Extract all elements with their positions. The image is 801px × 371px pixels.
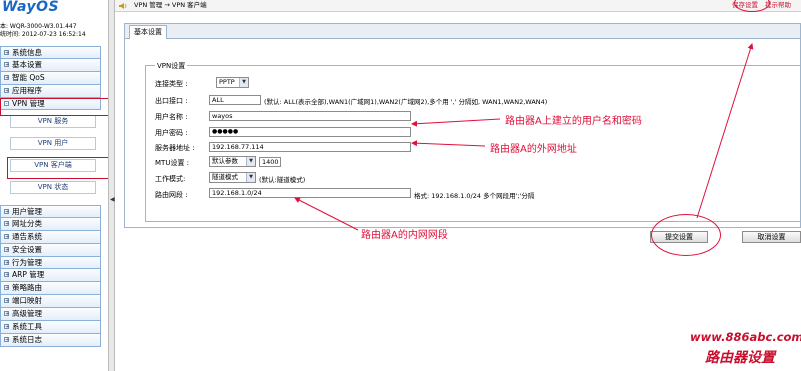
highlight-vpn-management <box>0 98 113 116</box>
top-bar: VPN 管理 → VPN 客户端 保存设置 提示帮助 <box>115 0 801 12</box>
sidebar: WayOS 本: WQR-3000-W3.01.447 统时间: 2012-07… <box>0 0 113 371</box>
mode-hint: (默认:隧道模式) <box>259 176 306 184</box>
menu-item-behavior[interactable]: + 行为管理 <box>0 256 101 270</box>
tab-basic-settings[interactable]: 基本设置 <box>129 25 167 39</box>
server-input[interactable]: 192.168.77.114 <box>209 142 411 152</box>
wayos-logo: WayOS <box>2 0 60 15</box>
mode-label: 工作模式: <box>155 175 186 183</box>
highlight-vpn-client <box>7 157 113 179</box>
menu-item-system-info[interactable]: + 系统信息 <box>0 46 101 59</box>
menu-item-system-tools[interactable]: + 系统工具 <box>0 321 101 334</box>
plus-icon: + <box>4 50 10 56</box>
route-label: 路由网段 : <box>155 191 188 199</box>
plus-icon: + <box>4 324 10 331</box>
settings-panel: 基本设置 VPN设置 连接类型 : PPTP ▼ 出口接口 : ALL (默认: … <box>124 23 801 228</box>
conn-type-select[interactable]: PPTP ▼ <box>216 77 249 88</box>
submenu-vpn-service[interactable]: VPN 服务 <box>10 115 96 128</box>
collapse-arrow-icon[interactable]: ◀ <box>110 196 115 204</box>
conn-type-label: 连接类型 : <box>155 80 188 88</box>
menu-item-basic-settings[interactable]: + 基本设置 <box>0 58 101 72</box>
mode-select[interactable]: 隧道模式 ▼ <box>209 172 256 183</box>
plus-icon: + <box>4 233 10 240</box>
tab-bar: 基本设置 <box>125 24 800 39</box>
plus-icon: + <box>4 259 10 266</box>
menu-item-advanced[interactable]: + 高级管理 <box>0 308 101 322</box>
menu-item-security[interactable]: + 安全设置 <box>0 243 101 257</box>
watermark-site: www.886abc.com <box>690 330 801 344</box>
annotation-circle-submit <box>651 214 721 256</box>
outlet-label: 出口接口 : <box>155 97 188 105</box>
mtu-input[interactable]: 1400 <box>259 157 281 167</box>
outlet-hint: (默认: ALL(表示全部),WAN1(广域网1),WAN2(广域网2),多个用… <box>264 98 548 106</box>
plus-icon: + <box>4 272 10 279</box>
plus-icon: + <box>4 336 10 343</box>
plus-icon: + <box>4 311 10 318</box>
server-label: 服务器地址 : <box>155 144 195 152</box>
mtu-select[interactable]: 默认参数 ▼ <box>209 156 256 167</box>
password-label: 用户密码 : <box>155 129 188 137</box>
menu-item-notice-system[interactable]: + 通告系统 <box>0 230 101 244</box>
username-label: 用户名称 : <box>155 113 188 121</box>
mtu-label: MTU设置 : <box>155 159 190 167</box>
menu-bottom: + 用户管理 + 网址分类 + 通告系统 + 安全设置 + 行为管理 + ARP 管理 + 策… <box>0 205 101 347</box>
sidebar-collapse-bar[interactable]: ◀ <box>108 0 115 371</box>
speaker-icon <box>119 3 127 9</box>
plus-icon: + <box>4 220 10 227</box>
submenu-vpn-user[interactable]: VPN 用户 <box>10 137 96 150</box>
menu-item-arp[interactable]: + ARP 管理 <box>0 269 101 283</box>
menu-item-user-management[interactable]: + 用户管理 <box>0 205 101 218</box>
submenu-vpn-status[interactable]: VPN 状态 <box>10 181 96 194</box>
annotation-lan: 路由器A的内网网段 <box>361 230 448 241</box>
chevron-down-icon: ▼ <box>246 173 255 182</box>
group-legend: VPN设置 <box>155 61 188 71</box>
chevron-down-icon: ▼ <box>239 78 248 87</box>
plus-icon: + <box>4 298 10 305</box>
breadcrumb: VPN 管理 → VPN 客户端 <box>134 1 207 9</box>
plus-icon: + <box>4 209 10 215</box>
password-input[interactable]: ●●●●● <box>209 127 411 137</box>
plus-icon: + <box>4 87 10 94</box>
route-hint: 格式: 192.168.1.0/24 多个网段用';'分隔 <box>414 192 535 200</box>
annotation-wan: 路由器A的外网地址 <box>490 144 577 155</box>
plus-icon: + <box>4 61 10 68</box>
menu-item-smart-qos[interactable]: + 智能 QoS <box>0 71 101 85</box>
menu-item-policy-routing[interactable]: + 策略路由 <box>0 282 101 296</box>
username-input[interactable]: wayos <box>209 111 411 121</box>
screen: WayOS 本: WQR-3000-W3.01.447 统时间: 2012-07… <box>0 0 801 371</box>
menu-item-url-category[interactable]: + 网址分类 <box>0 217 101 231</box>
annotation-userpass: 路由器A上建立的用户名和密码 <box>505 116 642 127</box>
route-input[interactable]: 192.168.1.0/24 <box>209 188 411 198</box>
watermark-caption: 路由器设置 <box>705 350 775 366</box>
plus-icon: + <box>4 246 10 253</box>
plus-icon: + <box>4 74 10 81</box>
plus-icon: + <box>4 285 10 292</box>
cancel-settings-button[interactable]: 取消设置 <box>742 231 801 243</box>
chevron-down-icon: ▼ <box>246 157 255 166</box>
menu-item-applications[interactable]: + 应用程序 <box>0 84 101 98</box>
menu-item-port-mapping[interactable]: + 端口映射 <box>0 295 101 309</box>
outlet-input[interactable]: ALL <box>209 95 261 105</box>
system-time: 统时间: 2012-07-23 16:52:14 <box>0 31 86 38</box>
menu-item-system-log[interactable]: + 系统日志 <box>0 333 101 347</box>
